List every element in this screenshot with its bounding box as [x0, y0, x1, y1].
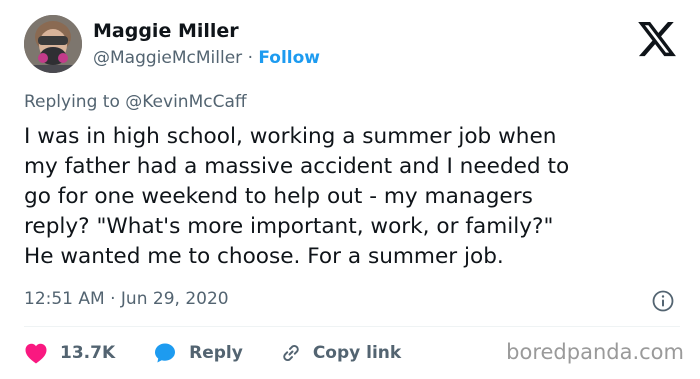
- tweet-timestamp[interactable]: 12:51 AM · Jun 29, 2020: [24, 289, 229, 309]
- watermark: boredpanda.com: [506, 340, 684, 364]
- heart-icon: [25, 343, 47, 364]
- tweet-text-line: He wanted me to choose. For a summer job…: [24, 244, 504, 269]
- author-handle-row: @MaggieMcMiller · Follow: [93, 48, 320, 68]
- tweet-text-line: my father had a massive accident and I n…: [24, 154, 570, 179]
- tweet-card: Maggie Miller @MaggieMcMiller · Follow R…: [0, 0, 700, 379]
- tweet-text: I was in high school, working a summer j…: [24, 122, 684, 272]
- reply-context-prefix: Replying to: [24, 92, 120, 112]
- divider: [24, 326, 680, 327]
- like-count: 13.7K: [60, 343, 116, 363]
- link-icon: [283, 344, 299, 362]
- reply-context-mention[interactable]: @KevinMcCaff: [125, 92, 246, 112]
- tweet-time: 12:51 AM: [24, 289, 105, 309]
- speech-bubble-icon: [155, 343, 176, 363]
- tweet-date: Jun 29, 2020: [120, 289, 229, 309]
- follow-button[interactable]: Follow: [258, 48, 320, 68]
- tweet-text-line: go for one weekend to help out - my mana…: [24, 184, 533, 209]
- avatar[interactable]: [24, 15, 82, 73]
- reply-label: Reply: [189, 343, 243, 363]
- reply-button[interactable]: Reply: [153, 341, 243, 365]
- like-button[interactable]: 13.7K: [24, 342, 115, 364]
- x-logo-icon[interactable]: [636, 18, 678, 60]
- tweet-text-line: reply? "What's more important, work, or …: [24, 214, 554, 239]
- copy-link-button[interactable]: Copy link: [279, 341, 401, 365]
- timestamp-separator: ·: [110, 289, 116, 309]
- info-icon[interactable]: [651, 289, 675, 313]
- reply-context: Replying to @KevinMcCaff: [24, 92, 247, 112]
- avatar-photo-icon: [24, 15, 82, 73]
- copy-link-label: Copy link: [312, 343, 402, 363]
- author-name[interactable]: Maggie Miller: [93, 20, 239, 42]
- tweet-text-line: I was in high school, working a summer j…: [24, 124, 557, 149]
- author-handle[interactable]: @MaggieMcMiller: [93, 48, 242, 68]
- handle-separator: ·: [247, 48, 253, 68]
- tweet-actions: 13.7K Reply Copy link: [24, 340, 401, 366]
